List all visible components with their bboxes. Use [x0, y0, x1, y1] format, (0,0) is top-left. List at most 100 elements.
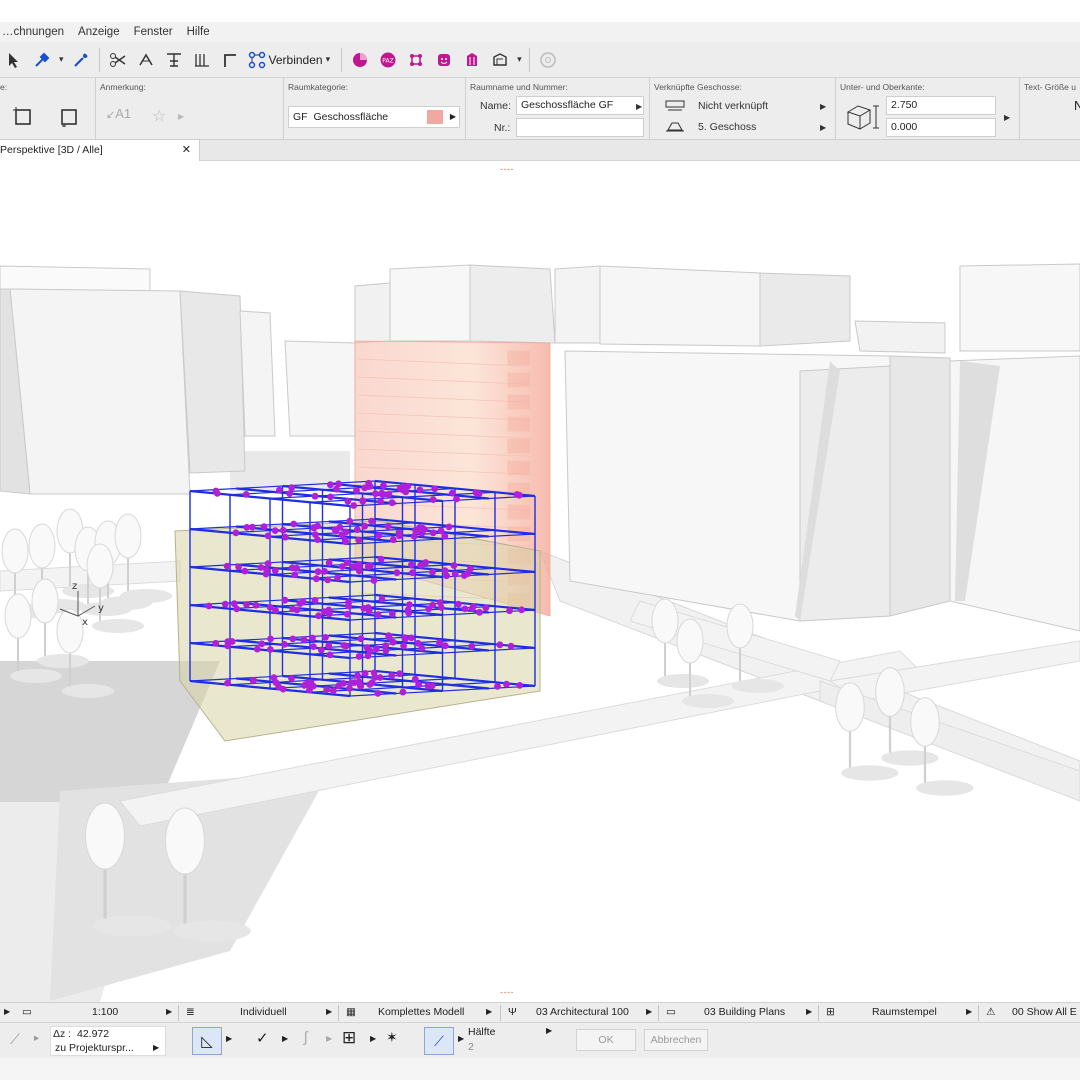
- geometry-method-button[interactable]: [10, 104, 36, 130]
- scale-value[interactable]: 1:100: [92, 1006, 118, 1018]
- snap-mode-label[interactable]: Hälfte: [468, 1026, 495, 1038]
- chevron-right-icon[interactable]: ▶: [966, 1007, 972, 1016]
- grid-node: [282, 533, 289, 541]
- chevron-right-icon[interactable]: ▶: [4, 1007, 10, 1016]
- coordinate-box: Δz : 42.972 zu Projekturspr... ▶: [50, 1026, 166, 1056]
- menu-zeichnungen[interactable]: …chnungen: [2, 26, 64, 38]
- chevron-right-icon[interactable]: ▶: [226, 1034, 232, 1043]
- tree-shadow: [92, 619, 144, 633]
- offset-tool-button[interactable]: [189, 47, 215, 73]
- cancel-button[interactable]: Abbrechen: [644, 1029, 708, 1051]
- divider: [658, 1005, 659, 1021]
- geometry-rotated-button[interactable]: [56, 104, 82, 130]
- grid-node: [332, 527, 340, 535]
- model-view-icon: ▦: [346, 1006, 356, 1018]
- text-size-icon[interactable]: N: [1074, 98, 1080, 113]
- grid-node: [503, 680, 510, 688]
- connect-tool-button[interactable]: Verbinden ▾: [245, 47, 337, 73]
- chevron-right-icon[interactable]: ▶: [282, 1034, 288, 1043]
- override-value[interactable]: 03 Building Plans: [704, 1006, 785, 1018]
- resize-grip-bottom[interactable]: - - - -: [500, 987, 513, 997]
- check-snap-icon[interactable]: ✓: [256, 1029, 269, 1047]
- grid-snap-icon[interactable]: ⊞: [342, 1028, 356, 1048]
- chevron-right-icon[interactable]: ▶: [178, 112, 184, 121]
- special-snap-button[interactable]: ⟋: [424, 1027, 454, 1055]
- ok-button[interactable]: OK: [576, 1029, 636, 1051]
- chevron-right-icon[interactable]: ▸: [34, 1032, 39, 1044]
- grid-node: [340, 680, 347, 687]
- adjust-tool-button[interactable]: [133, 47, 159, 73]
- view-tab-bar: Perspektive [3D / Alle] ✕: [0, 140, 1080, 161]
- top-link-value[interactable]: Nicht verknüpft: [698, 100, 768, 112]
- category-select[interactable]: GF Geschossfläche ▶: [288, 106, 460, 128]
- tower-window: [507, 372, 531, 388]
- chevron-right-icon[interactable]: ▶: [326, 1034, 332, 1043]
- help-button[interactable]: [535, 47, 561, 73]
- elevate-tool-button[interactable]: [161, 47, 187, 73]
- chevron-right-icon[interactable]: ▶: [370, 1034, 376, 1043]
- bottom-edge-field[interactable]: 0.000: [886, 118, 996, 137]
- filter-value[interactable]: 00 Show All E: [1012, 1006, 1077, 1018]
- chevron-right-icon[interactable]: ▶: [820, 102, 826, 111]
- chevron-down-icon[interactable]: ▾: [517, 54, 522, 65]
- chevron-right-icon[interactable]: ▶: [486, 1007, 492, 1016]
- tree-crown: [726, 603, 754, 649]
- pen-set-value[interactable]: 03 Architectural 100: [536, 1006, 629, 1018]
- grid-node: [424, 682, 432, 690]
- chevron-right-icon[interactable]: ▶: [153, 1043, 159, 1052]
- zone-name-field[interactable]: Geschossfläche GF: [516, 96, 644, 115]
- pie-tool-button[interactable]: [347, 47, 373, 73]
- layer-combo-value[interactable]: Individuell: [240, 1006, 287, 1018]
- building-tool-button[interactable]: [459, 47, 485, 73]
- grid-node: [370, 577, 378, 584]
- 3d-viewport[interactable]: - - - - z y x - - - -: [0, 161, 1080, 1002]
- grid-node: [223, 562, 231, 570]
- grid-node: [507, 642, 515, 650]
- face-tool-button[interactable]: [431, 47, 457, 73]
- model-view-value[interactable]: Komplettes Modell: [378, 1006, 464, 1018]
- chevron-right-icon[interactable]: ▶: [458, 1034, 464, 1043]
- grid-node: [291, 571, 299, 579]
- tab-perspective-3d[interactable]: Perspektive [3D / Alle] ✕: [0, 140, 200, 161]
- grid-node: [281, 641, 288, 648]
- star-icon[interactable]: ☆: [152, 106, 166, 126]
- annotation-text-button[interactable]: ↙A1: [106, 106, 142, 126]
- tower-window: [507, 394, 531, 410]
- chevron-right-icon[interactable]: ▶: [546, 1026, 552, 1035]
- chevron-right-icon[interactable]: ▶: [1004, 113, 1010, 122]
- corner-tool-button[interactable]: [217, 47, 243, 73]
- chevron-right-icon[interactable]: ▶: [636, 102, 642, 111]
- ruler-tool-icon[interactable]: ⟋: [10, 1031, 20, 1048]
- zone-number-field[interactable]: [516, 118, 644, 137]
- 3d-scene: z y x: [0, 263, 1080, 1002]
- chevron-right-icon[interactable]: ▶: [820, 123, 826, 132]
- bottom-link-value[interactable]: 5. Geschoss: [698, 121, 756, 133]
- tree-shadow: [841, 765, 899, 781]
- chevron-right-icon[interactable]: ▶: [166, 1007, 172, 1016]
- delta-z-value[interactable]: 42.972: [77, 1028, 109, 1040]
- renovation-value[interactable]: Raumstempel: [872, 1006, 937, 1018]
- top-edge-field[interactable]: 2.750: [886, 96, 996, 115]
- tree-shadow: [916, 780, 974, 796]
- plugin-tool-button[interactable]: [487, 47, 513, 73]
- eyedropper-tool-button[interactable]: [29, 47, 55, 73]
- curve-snap-icon[interactable]: ʃ: [304, 1029, 307, 1046]
- chevron-right-icon[interactable]: ▶: [646, 1007, 652, 1016]
- connect-icon: [248, 51, 265, 68]
- magic-wand-icon[interactable]: ✶: [386, 1029, 398, 1046]
- dimension-tool-button[interactable]: PAZ: [375, 47, 401, 73]
- menu-hilfe[interactable]: Hilfe: [187, 26, 210, 38]
- syringe-tool-button[interactable]: [68, 47, 94, 73]
- close-icon[interactable]: ✕: [182, 143, 191, 156]
- reference-value[interactable]: zu Projekturspr...: [55, 1042, 134, 1054]
- split-tool-button[interactable]: [105, 47, 131, 73]
- chevron-right-icon[interactable]: ▶: [326, 1007, 332, 1016]
- nodes-tool-button[interactable]: [403, 47, 429, 73]
- grid-node: [320, 608, 328, 615]
- chevron-down-icon[interactable]: ▾: [59, 54, 64, 65]
- guide-line-button[interactable]: ◺: [192, 1027, 222, 1055]
- menu-anzeige[interactable]: Anzeige: [78, 26, 120, 38]
- chevron-right-icon[interactable]: ▶: [806, 1007, 812, 1016]
- pointer-tool-button[interactable]: [1, 47, 27, 73]
- menu-fenster[interactable]: Fenster: [134, 26, 173, 38]
